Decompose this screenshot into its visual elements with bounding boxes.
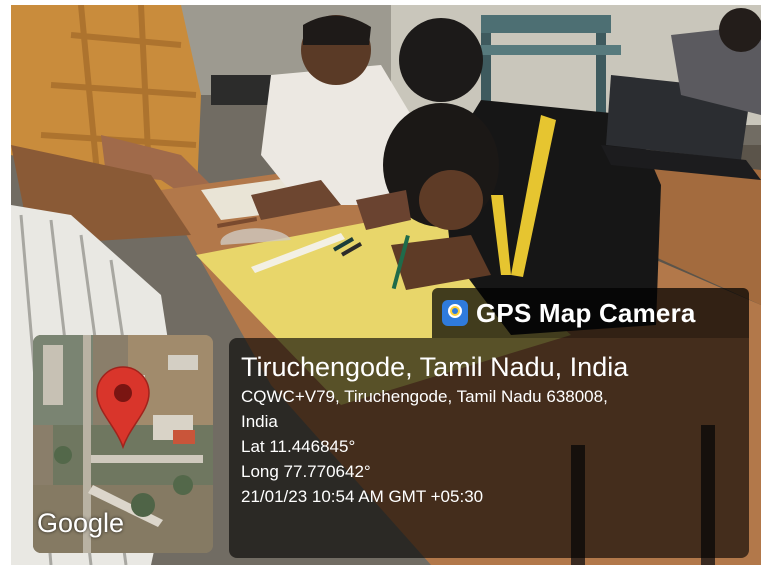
location-info-panel: Tiruchengode, Tamil Nadu, India CQWC+V79… (229, 338, 749, 558)
google-attribution: Google (37, 508, 125, 538)
gps-map-camera-badge: GPS Map Camera (432, 288, 749, 338)
gps-map-camera-logo-icon (442, 300, 468, 326)
map-thumbnail[interactable]: Google (33, 335, 213, 553)
map-pin-icon (96, 366, 150, 449)
timestamp: 21/01/23 10:54 AM GMT +05:30 (241, 487, 484, 506)
latitude: Lat 11.446845° (241, 437, 356, 456)
address-line-2: India (241, 412, 278, 431)
location-title: Tiruchengode, Tamil Nadu, India (241, 352, 629, 382)
address-line-1: CQWC+V79, Tiruchengode, Tamil Nadu 63800… (241, 387, 608, 406)
photo-frame: Google GPS Map Camera Tiruchengode, Tami… (11, 5, 761, 565)
badge-title: GPS Map Camera (476, 297, 696, 328)
longitude: Long 77.770642° (241, 462, 371, 481)
